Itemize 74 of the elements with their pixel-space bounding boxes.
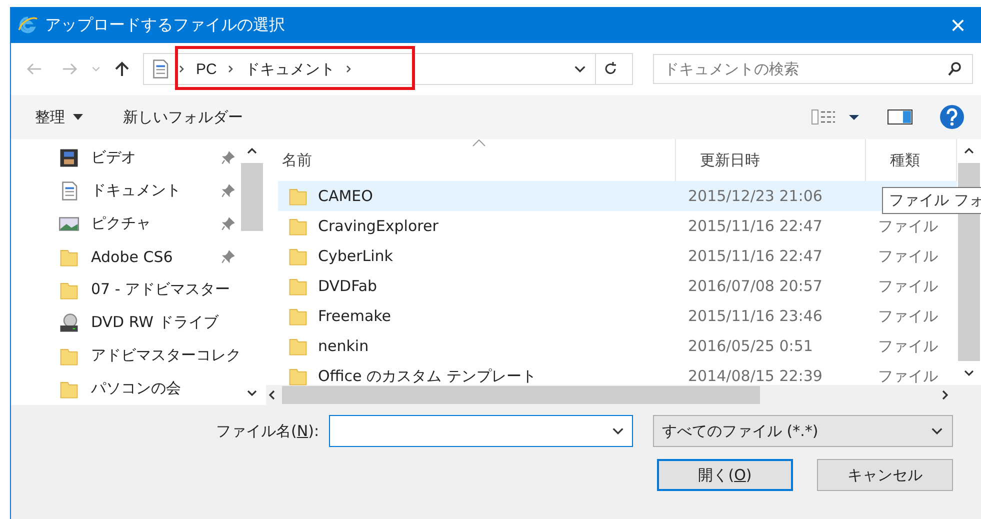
horizontal-scrollbar[interactable]	[266, 385, 981, 405]
folder-icon	[288, 336, 308, 356]
file-row[interactable]: CyberLink 2015/11/16 22:47 ファイル	[278, 241, 957, 271]
file-name-label: ファイル名(N):	[216, 422, 319, 440]
modified-date: 2015/12/23 21:06	[688, 187, 824, 205]
file-name-field[interactable]	[329, 415, 633, 447]
sidebar-item[interactable]: アドビマスターコレク	[11, 339, 241, 372]
file-type: ファイル	[878, 336, 939, 356]
preview-pane-icon[interactable]	[887, 109, 913, 125]
document-icon	[59, 180, 79, 200]
file-name: CyberLink	[318, 247, 393, 265]
file-row[interactable]: Freemake 2015/11/16 23:46 ファイル	[278, 301, 957, 331]
file-name: CravingExplorer	[318, 217, 438, 235]
pin-icon[interactable]	[221, 184, 235, 198]
sidebar-item[interactable]: パソコンの会	[11, 372, 241, 405]
file-name: DVDFab	[318, 277, 378, 295]
modified-date: 2016/07/08 20:57	[688, 277, 824, 295]
sidebar-item[interactable]: ビデオ	[11, 141, 241, 174]
chevron-icon	[226, 64, 235, 74]
file-name: Freemake	[318, 307, 392, 325]
sidebar-item[interactable]: ドキュメント	[11, 174, 241, 207]
modified-date: 2015/11/16 22:47	[688, 217, 824, 235]
view-options-icon[interactable]	[811, 109, 861, 125]
dialog-button[interactable]: キャンセル	[817, 459, 953, 491]
window-title: アップロードするファイルの選択	[45, 14, 286, 36]
folder-icon	[288, 306, 308, 326]
modified-date: 2015/11/16 23:46	[688, 307, 824, 325]
modified-date: 2015/11/16 22:47	[688, 247, 824, 265]
disc-drive-icon	[59, 312, 79, 332]
film-icon	[59, 148, 79, 168]
pin-icon[interactable]	[221, 250, 235, 264]
pin-icon[interactable]	[221, 150, 235, 164]
folder-icon	[288, 186, 308, 206]
close-button[interactable]: ×	[935, 7, 981, 43]
file-row[interactable]: DVDFab 2016/07/08 20:57 ファイル	[278, 271, 957, 301]
file-type: ファイル	[878, 276, 939, 296]
file-name: nenkin	[318, 337, 369, 355]
dialog-button[interactable]: 開く(O)	[657, 459, 793, 491]
sidebar-item[interactable]: 07 - アドビマスター	[11, 273, 241, 306]
file-name: Office のカスタム テンプレート	[318, 366, 536, 386]
pin-icon[interactable]	[221, 216, 235, 230]
sidebar-item[interactable]: DVD RW ドライブ	[11, 306, 241, 339]
chevron-icon	[178, 64, 186, 74]
file-row[interactable]: CravingExplorer 2015/11/16 22:47 ファイル	[278, 211, 957, 241]
file-row[interactable]: Office のカスタム テンプレート 2014/08/15 22:39 ファイル	[278, 361, 957, 391]
document-icon	[150, 59, 170, 79]
help-icon[interactable]	[939, 104, 965, 130]
modified-date: 2014/08/15 22:39	[688, 367, 824, 385]
organize-menu[interactable]: 整理	[35, 108, 83, 126]
folder-icon	[288, 276, 308, 296]
address-bar[interactable]: PC ドキュメント	[143, 53, 633, 85]
caret-icon	[73, 114, 83, 120]
breadcrumb-item[interactable]: ドキュメント	[242, 60, 337, 78]
file-name: CAMEO	[318, 187, 373, 205]
search-field[interactable]: ドキュメントの検索	[653, 54, 973, 84]
browser-logo-icon	[17, 14, 39, 36]
file-type: ファイル	[878, 246, 939, 266]
breadcrumb-item[interactable]: PC	[194, 60, 219, 78]
modified-date: 2016/05/25 0:51	[688, 337, 814, 355]
folder-icon	[288, 216, 308, 236]
chevron-icon	[344, 64, 353, 74]
file-row[interactable]: nenkin 2016/05/25 0:51 ファイル	[278, 331, 957, 361]
file-type-dropdown[interactable]: すべてのファイル (*.*)	[653, 415, 953, 447]
search-icon	[947, 61, 963, 77]
file-type: ファイル	[878, 366, 939, 386]
file-type: ファイル	[878, 216, 939, 236]
folder-icon	[288, 246, 308, 266]
sidebar-item[interactable]: ピクチャ	[11, 207, 241, 240]
new-folder-button[interactable]: 新しいフォルダー	[123, 108, 243, 126]
tooltip: ファイル フォ	[882, 187, 981, 214]
up-arrow-icon[interactable]	[113, 60, 131, 78]
refresh-icon[interactable]	[603, 61, 619, 77]
sidebar-item[interactable]: Adobe CS6	[11, 240, 241, 273]
file-type: ファイル	[878, 306, 939, 326]
